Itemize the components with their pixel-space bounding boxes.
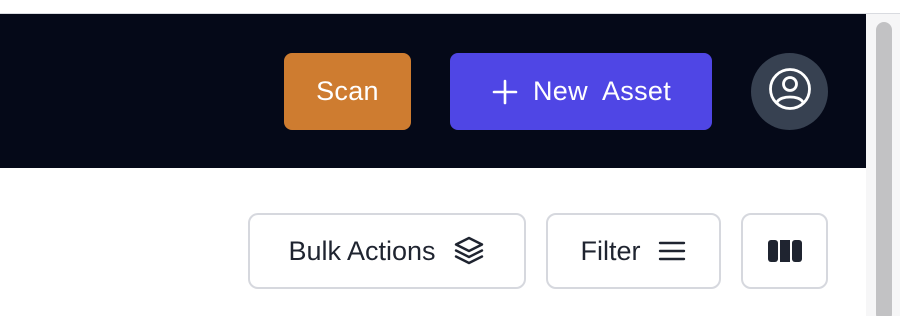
user-circle-icon — [767, 66, 813, 117]
top-strip — [0, 0, 900, 14]
user-avatar-button[interactable] — [751, 53, 828, 130]
page: Scan New Asset Bulk Actions Filter — [0, 0, 900, 316]
new-asset-button-label: New Asset — [532, 76, 672, 106]
scan-button[interactable]: Scan — [284, 53, 411, 130]
bulk-actions-button[interactable]: Bulk Actions — [248, 213, 526, 289]
scrollbar-thumb[interactable] — [876, 22, 892, 316]
columns-button[interactable] — [741, 213, 828, 289]
app-header: Scan New Asset — [0, 14, 866, 168]
new-asset-button[interactable]: New Asset — [450, 53, 712, 130]
scan-button-label: Scan — [316, 76, 379, 106]
menu-lines-icon — [657, 238, 687, 264]
columns-icon — [767, 238, 803, 264]
bulk-actions-label: Bulk Actions — [288, 235, 436, 266]
filter-label: Filter — [580, 235, 641, 266]
plus-icon — [491, 78, 519, 106]
layers-icon — [452, 234, 486, 268]
filter-button[interactable]: Filter — [546, 213, 721, 289]
